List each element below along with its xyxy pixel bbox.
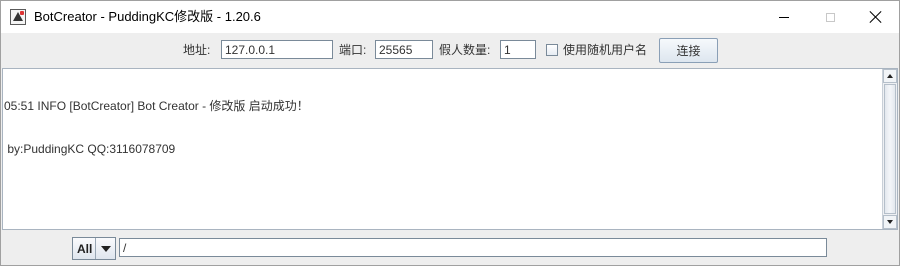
chevron-down-icon — [100, 245, 111, 252]
maximize-button[interactable] — [807, 1, 853, 33]
address-input[interactable] — [221, 40, 333, 59]
close-button[interactable] — [853, 1, 899, 33]
random-username-checkbox[interactable] — [546, 44, 558, 56]
log-output[interactable]: 05:51 INFO [BotCreator] Bot Creator - 修改… — [2, 68, 898, 230]
command-bar: All — [1, 231, 899, 265]
app-icon — [10, 9, 26, 25]
log-line: by:PuddingKC QQ:3116078709 — [4, 142, 176, 156]
app-window: BotCreator - PuddingKC修改版 - 1.20.6 地址: 端… — [0, 0, 900, 266]
target-select-value: All — [77, 242, 93, 256]
bot-count-input[interactable] — [500, 40, 536, 59]
arrow-up-icon — [887, 74, 893, 78]
log-text: 05:51 INFO [BotCreator] Bot Creator - 修改… — [4, 71, 882, 227]
connect-button[interactable]: 连接 — [659, 38, 718, 63]
port-input[interactable] — [375, 40, 433, 59]
port-label: 端口: — [339, 43, 367, 57]
arrow-down-icon — [887, 220, 893, 224]
connection-toolbar: 地址: 端口: 假人数量: 使用随机用户名 连接 — [1, 34, 899, 66]
minimize-button[interactable] — [761, 1, 807, 33]
window-title: BotCreator - PuddingKC修改版 - 1.20.6 — [34, 9, 261, 24]
random-username-label[interactable]: 使用随机用户名 — [563, 43, 647, 57]
scrollbar-thumb[interactable] — [884, 84, 896, 214]
title-bar: BotCreator - PuddingKC修改版 - 1.20.6 — [1, 1, 899, 33]
command-input[interactable] — [119, 238, 827, 257]
minimize-icon — [779, 16, 789, 18]
dropdown-arrow-button[interactable] — [95, 238, 115, 259]
maximize-icon — [825, 12, 835, 22]
target-select[interactable]: All — [72, 237, 116, 260]
bot-count-label: 假人数量: — [439, 43, 491, 57]
scroll-down-button[interactable] — [883, 215, 897, 229]
log-line: 05:51 INFO [BotCreator] Bot Creator - 修改… — [4, 99, 309, 113]
scroll-up-button[interactable] — [883, 69, 897, 83]
log-scrollbar[interactable] — [882, 69, 897, 229]
close-icon — [870, 11, 882, 23]
address-label: 地址: — [183, 43, 211, 57]
